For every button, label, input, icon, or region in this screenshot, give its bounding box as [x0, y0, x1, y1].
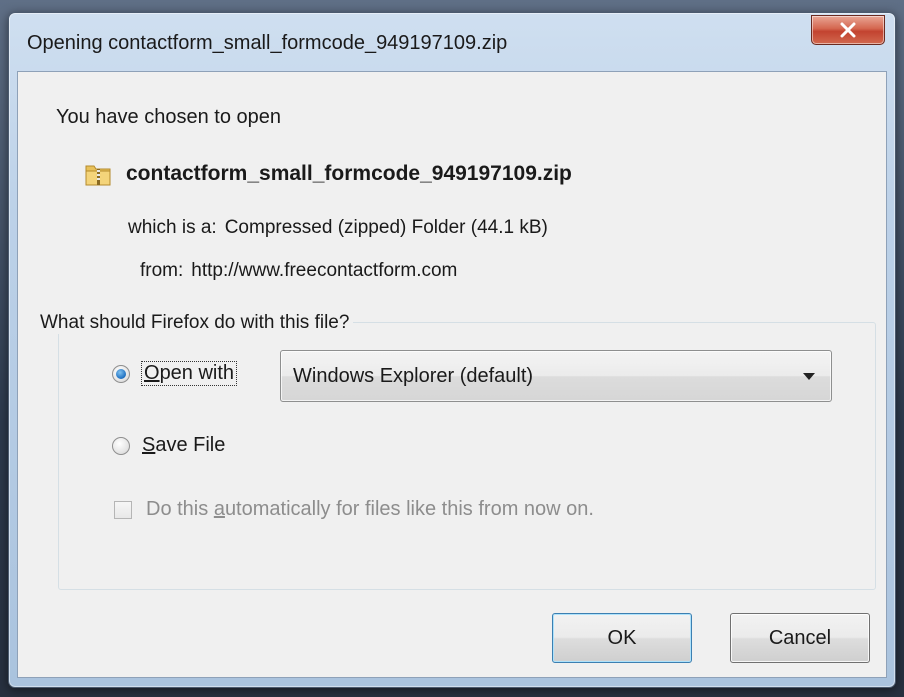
file-source-value: http://www.freecontactform.com: [191, 260, 458, 281]
cancel-button[interactable]: Cancel: [730, 613, 870, 663]
auto-action-checkbox-row: Do this automatically for files like thi…: [114, 498, 594, 521]
file-row: contactform_small_formcode_949197109.zip: [84, 158, 572, 190]
file-name: contactform_small_formcode_949197109.zip: [126, 162, 572, 185]
close-button[interactable]: [811, 15, 885, 45]
window-title: Opening contactform_small_formcode_94919…: [27, 32, 508, 54]
file-source-label: from:: [140, 260, 184, 281]
file-type-value: Compressed (zipped) Folder (44.1 kB): [224, 217, 548, 238]
action-question: What should Firefox do with this file?: [36, 312, 354, 334]
open-file-dialog: Opening contactform_small_formcode_94919…: [8, 12, 896, 688]
open-with-radio[interactable]: [112, 364, 130, 383]
open-with-dropdown-value: Windows Explorer (default): [293, 365, 534, 387]
file-source-line: from: http://www.freecontactform.com: [140, 260, 457, 282]
save-file-label[interactable]: Save File: [142, 434, 225, 457]
zip-folder-icon: [85, 165, 111, 186]
save-file-radio-option[interactable]: Save File: [112, 434, 225, 457]
chevron-down-icon: [803, 373, 815, 380]
save-file-radio[interactable]: [112, 436, 130, 455]
file-type-label: which is a:: [128, 217, 217, 238]
file-type-line: which is a: Compressed (zipped) Folder (4…: [128, 217, 548, 239]
open-with-label[interactable]: Open with: [140, 361, 238, 386]
open-with-dropdown[interactable]: Windows Explorer (default): [280, 350, 832, 402]
ok-button[interactable]: OK: [552, 613, 692, 663]
close-icon: [840, 22, 856, 38]
intro-text: You have chosen to open: [56, 106, 282, 128]
dialog-body: You have chosen to open contactform_smal…: [17, 71, 887, 678]
title-bar[interactable]: Opening contactform_small_formcode_94919…: [9, 13, 895, 71]
open-with-radio-option[interactable]: Open with: [112, 361, 238, 386]
auto-action-label: Do this automatically for files like thi…: [146, 498, 594, 520]
auto-action-checkbox: [114, 500, 132, 519]
